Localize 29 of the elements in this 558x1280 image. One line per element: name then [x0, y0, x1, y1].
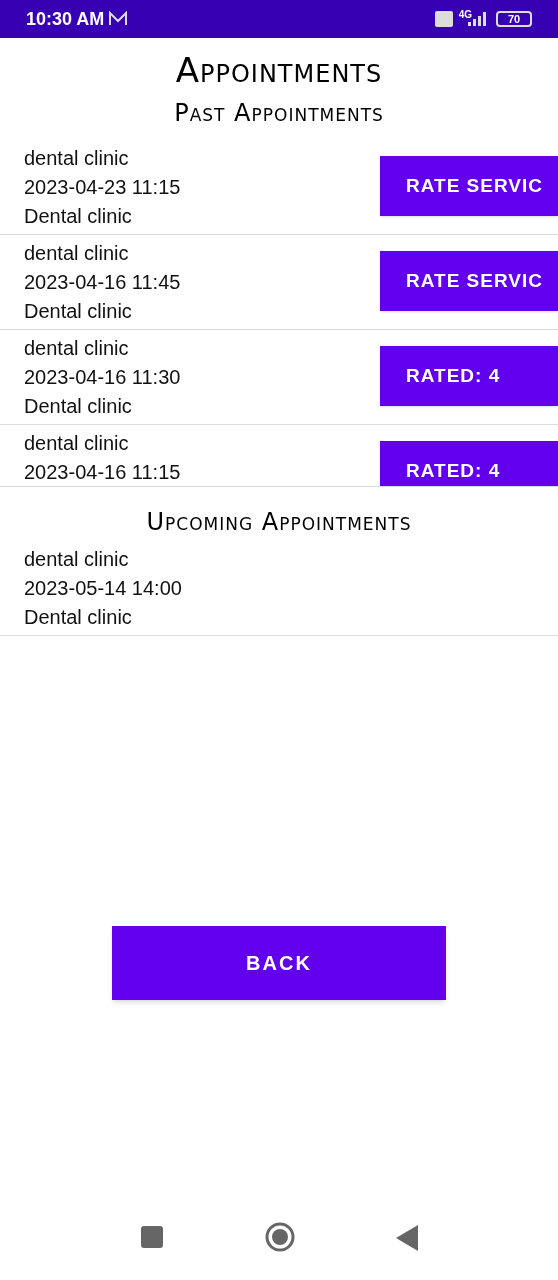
appointment-datetime: 2023-05-14 14:00: [24, 576, 182, 601]
clinic-label: Dental clinic: [24, 299, 133, 324]
section-heading: Upcoming Appointments: [145, 507, 413, 537]
network-label: 4G: [458, 7, 472, 22]
rate-button[interactable]: RATED: 4: [380, 441, 558, 486]
appointment-datetime: 2023-04-16 11:45: [24, 270, 181, 295]
back-button[interactable]: BACK: [112, 926, 446, 1000]
section-heading: Past Appointments: [173, 98, 385, 128]
appointment-datetime: 2023-04-16 11:30: [24, 365, 181, 390]
home-icon[interactable]: [264, 1221, 296, 1253]
clinic-name: dental clinic: [24, 241, 130, 266]
clinic-label: Dental clinic: [24, 204, 133, 229]
rate-button[interactable]: RATE SERVIC: [380, 251, 558, 311]
clinic-label: Dental clinic: [24, 394, 133, 419]
back-icon[interactable]: [396, 1225, 418, 1251]
page-title: Appointments: [174, 49, 384, 92]
appointment-datetime: 2023-04-23 11:15: [24, 175, 181, 200]
clinic-name: dental clinic: [24, 146, 130, 171]
appointment-datetime: 2023-04-16 11:15: [24, 460, 181, 485]
mail-icon: [108, 11, 129, 27]
rate-button[interactable]: RATED: 4: [380, 346, 558, 406]
status-time: 10:30 AM: [26, 7, 105, 31]
recents-icon[interactable]: [140, 1225, 164, 1249]
clinic-name: dental clinic: [24, 547, 130, 572]
battery-indicator: 70: [496, 11, 532, 27]
clinic-name: dental clinic: [24, 431, 130, 456]
clinic-name: dental clinic: [24, 336, 130, 361]
rate-button[interactable]: RATE SERVIC: [380, 156, 558, 216]
clinic-label: Dental clinic: [24, 605, 133, 630]
